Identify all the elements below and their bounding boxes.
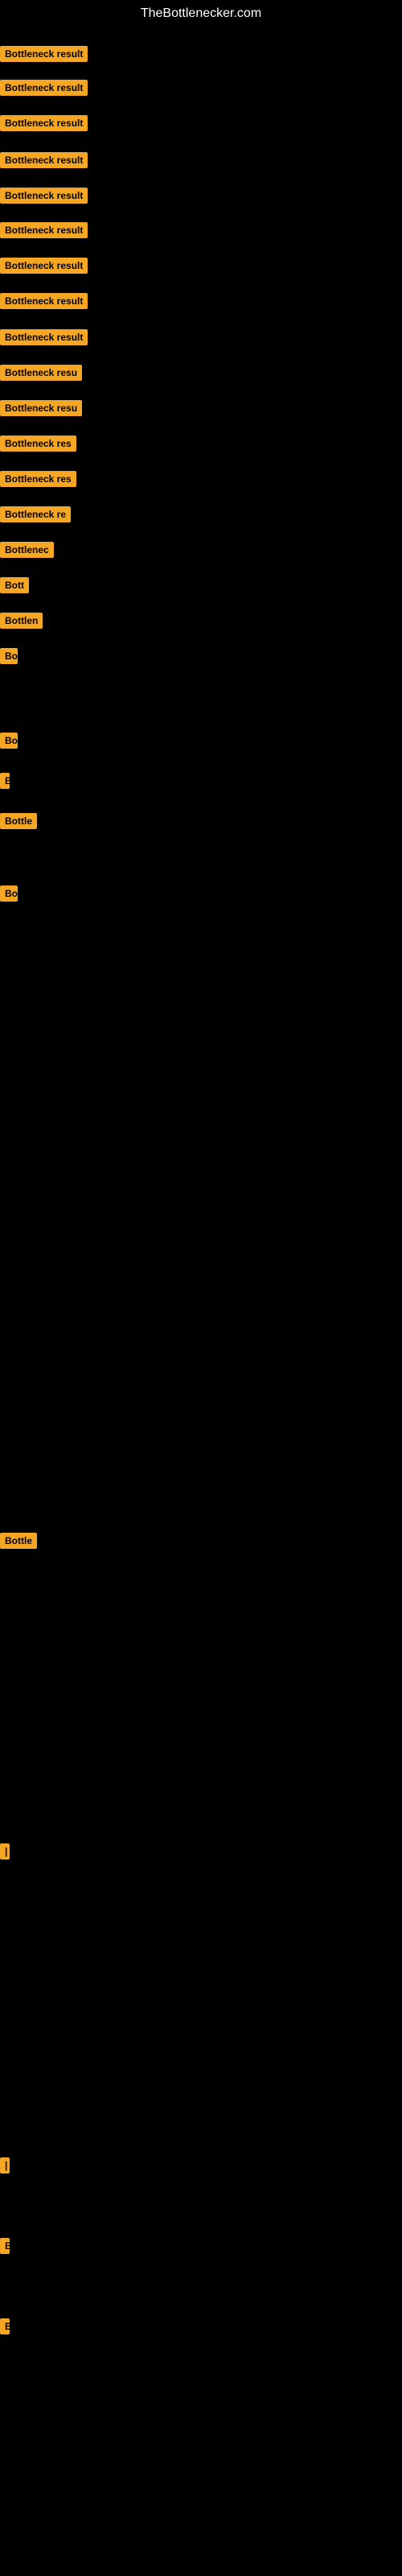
bottleneck-badge-22[interactable]: Bo <box>0 886 18 902</box>
bottleneck-badge-container-21: Bottle <box>0 813 37 833</box>
bottleneck-badge-container-10: Bottleneck resu <box>0 365 82 385</box>
bottleneck-badge-container-7: Bottleneck result <box>0 258 88 278</box>
bottleneck-badge-container-22: Bo <box>0 886 18 906</box>
bottleneck-badge-19[interactable]: Bo <box>0 733 18 749</box>
bottleneck-badge-15[interactable]: Bottlenec <box>0 542 54 558</box>
bottleneck-badge-2[interactable]: Bottleneck result <box>0 80 88 96</box>
bottleneck-badge-23[interactable]: Bottle <box>0 1533 37 1549</box>
bottleneck-badge-container-12: Bottleneck res <box>0 436 76 456</box>
bottleneck-badge-4[interactable]: Bottleneck result <box>0 152 88 168</box>
bottleneck-badge-24[interactable]: | <box>0 1843 10 1860</box>
bottleneck-badge-container-2: Bottleneck result <box>0 80 88 100</box>
bottleneck-badge-1[interactable]: Bottleneck result <box>0 46 88 62</box>
bottleneck-badge-13[interactable]: Bottleneck res <box>0 471 76 487</box>
bottleneck-badge-25[interactable]: | <box>0 2157 10 2174</box>
bottleneck-badge-container-17: Bottlen <box>0 613 43 633</box>
bottleneck-badge-20[interactable]: B <box>0 773 10 789</box>
bottleneck-badge-container-27: B <box>0 2318 10 2339</box>
bottleneck-badge-10[interactable]: Bottleneck resu <box>0 365 82 381</box>
bottleneck-badge-6[interactable]: Bottleneck result <box>0 222 88 238</box>
bottleneck-badge-container-1: Bottleneck result <box>0 46 88 66</box>
bottleneck-badge-container-8: Bottleneck result <box>0 293 88 313</box>
bottleneck-badge-16[interactable]: Bott <box>0 577 29 593</box>
bottleneck-badge-7[interactable]: Bottleneck result <box>0 258 88 274</box>
bottleneck-badge-container-4: Bottleneck result <box>0 152 88 172</box>
bottleneck-badge-container-3: Bottleneck result <box>0 115 88 135</box>
bottleneck-badge-container-13: Bottleneck res <box>0 471 76 491</box>
bottleneck-badge-container-15: Bottlenec <box>0 542 54 562</box>
bottleneck-badge-17[interactable]: Bottlen <box>0 613 43 629</box>
site-title: TheBottlenecker.com <box>0 0 402 27</box>
bottleneck-badge-3[interactable]: Bottleneck result <box>0 115 88 131</box>
bottleneck-badge-8[interactable]: Bottleneck result <box>0 293 88 309</box>
bottleneck-badge-container-6: Bottleneck result <box>0 222 88 242</box>
bottleneck-badge-container-5: Bottleneck result <box>0 188 88 208</box>
bottleneck-badge-21[interactable]: Bottle <box>0 813 37 829</box>
bottleneck-badge-container-25: | <box>0 2157 10 2178</box>
bottleneck-badge-container-26: B <box>0 2238 10 2258</box>
bottleneck-badge-container-24: | <box>0 1843 10 1864</box>
bottleneck-badge-container-18: Bo <box>0 648 18 668</box>
bottleneck-badge-container-14: Bottleneck re <box>0 506 71 526</box>
bottleneck-badge-5[interactable]: Bottleneck result <box>0 188 88 204</box>
bottleneck-badge-container-9: Bottleneck result <box>0 329 88 349</box>
bottleneck-badge-12[interactable]: Bottleneck res <box>0 436 76 452</box>
bottleneck-badge-27[interactable]: B <box>0 2318 10 2334</box>
bottleneck-badge-14[interactable]: Bottleneck re <box>0 506 71 522</box>
bottleneck-badge-18[interactable]: Bo <box>0 648 18 664</box>
bottleneck-badge-26[interactable]: B <box>0 2238 10 2254</box>
bottleneck-badge-container-11: Bottleneck resu <box>0 400 82 420</box>
bottleneck-badge-container-23: Bottle <box>0 1533 37 1553</box>
bottleneck-badge-container-19: Bo <box>0 733 18 753</box>
bottleneck-badge-9[interactable]: Bottleneck result <box>0 329 88 345</box>
bottleneck-badge-container-16: Bott <box>0 577 29 597</box>
bottleneck-badge-11[interactable]: Bottleneck resu <box>0 400 82 416</box>
bottleneck-badge-container-20: B <box>0 773 10 793</box>
